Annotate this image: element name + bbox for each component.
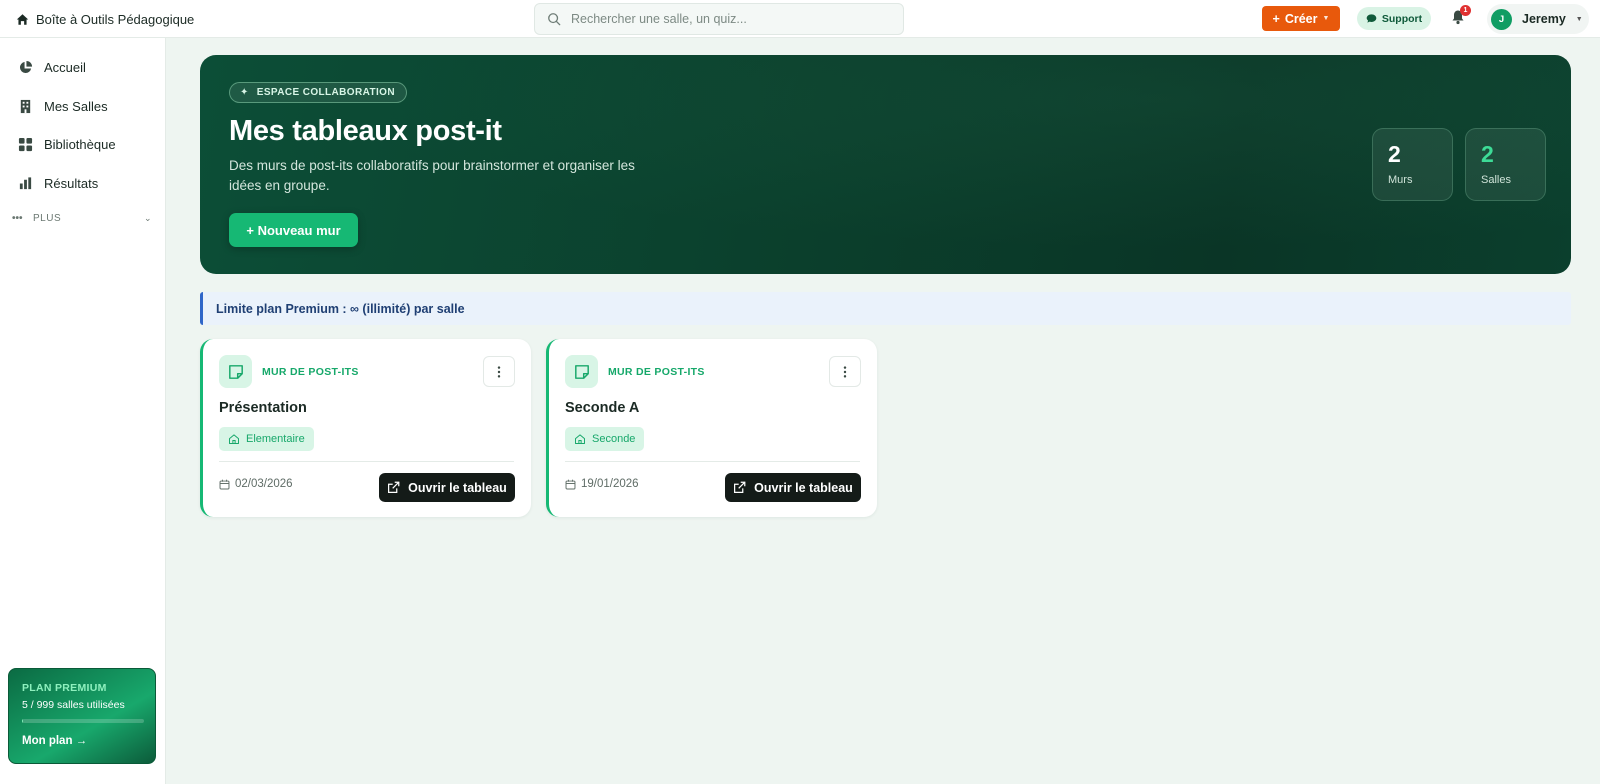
plan-usage-bar: [22, 719, 144, 723]
more-dots-icon: •••: [12, 212, 23, 224]
sidebar-more-toggle[interactable]: ••• PLUS ⌄: [12, 210, 152, 226]
my-plan-link[interactable]: Mon plan →: [22, 735, 142, 747]
new-wall-button[interactable]: + Nouveau mur: [229, 213, 358, 247]
plus-icon: +: [1272, 11, 1280, 26]
home-icon: [16, 13, 29, 25]
stat-murs: 2 Murs: [1372, 128, 1453, 201]
hero-badge: ✦ ESPACE COLLABORATION: [229, 82, 407, 103]
card-menu-button[interactable]: [483, 356, 515, 387]
divider: [565, 461, 860, 462]
card-room-tag: Seconde: [565, 427, 645, 451]
sticky-note-icon: [565, 355, 598, 388]
page-subtitle: Des murs de post-its collaboratifs pour …: [229, 158, 635, 193]
card-menu-button[interactable]: [829, 356, 861, 387]
sidebar-more-label: PLUS: [33, 212, 62, 224]
support-button[interactable]: Support: [1357, 7, 1431, 30]
sidebar-item-resultats[interactable]: Résultats: [18, 173, 98, 193]
open-board-button[interactable]: Ouvrir le tableau: [725, 473, 861, 502]
home-icon: [575, 434, 585, 444]
more-vertical-icon: [497, 365, 501, 378]
divider: [219, 461, 514, 462]
support-label: Support: [1381, 12, 1423, 25]
calendar-icon: [565, 479, 576, 489]
create-button[interactable]: + Créer ▼: [1262, 6, 1340, 31]
building-icon: [20, 99, 31, 113]
sidebar-item-accueil[interactable]: Accueil: [18, 57, 86, 77]
stat-value: 2: [1388, 141, 1401, 167]
chat-bubble-icon: [1366, 14, 1377, 23]
notifications-button[interactable]: 1: [1450, 5, 1471, 27]
stat-salles: 2 Salles: [1465, 128, 1546, 201]
card-type: MUR DE POST-ITS: [262, 366, 359, 378]
sidebar-item-mes-salles[interactable]: Mes Salles: [18, 96, 108, 116]
card-title: Présentation: [219, 400, 307, 416]
user-name: Jeremy: [1522, 12, 1566, 26]
external-link-icon: [388, 481, 400, 493]
calendar-icon: [219, 479, 230, 489]
hero-banner: ✦ ESPACE COLLABORATION Mes tableaux post…: [200, 55, 1571, 274]
plan-card: PLAN PREMIUM 5 / 999 salles utilisées Mo…: [8, 668, 156, 764]
plan-limit-notice: Limite plan Premium : ∞ (illimité) par s…: [200, 292, 1571, 325]
sidebar-item-label: Mes Salles: [44, 98, 108, 114]
card-tag-label: Seconde: [592, 433, 636, 445]
plan-usage: 5 / 999 salles utilisées: [22, 699, 125, 711]
search-icon: [548, 13, 561, 26]
more-vertical-icon: [843, 365, 847, 378]
sidebar-item-label: Résultats: [44, 175, 99, 191]
wall-card: MUR DE POST-ITS Présentation Elementaire…: [200, 339, 531, 517]
card-type: MUR DE POST-ITS: [608, 366, 705, 378]
home-icon: [229, 434, 239, 444]
pie-chart-icon: [19, 60, 33, 73]
search-input[interactable]: [571, 12, 891, 26]
sticky-note-icon: [219, 355, 252, 388]
grid-icon: [18, 137, 33, 151]
stat-label: Salles: [1481, 174, 1511, 186]
open-board-label: Ouvrir le tableau: [754, 480, 853, 495]
card-date-value: 19/01/2026: [581, 478, 639, 490]
sidebar-item-bibliotheque[interactable]: Bibliothèque: [18, 134, 116, 154]
bar-chart-icon: [19, 176, 32, 189]
card-title: Seconde A: [565, 400, 640, 416]
plan-usage-bar-fill: [22, 719, 24, 723]
stat-label: Murs: [1388, 174, 1413, 186]
sidebar-item-label: Bibliothèque: [44, 136, 116, 152]
wall-card: MUR DE POST-ITS Seconde A Seconde 19/01/…: [546, 339, 877, 517]
chevron-down-icon: ▼: [1322, 15, 1330, 22]
create-label: Créer: [1284, 11, 1318, 26]
user-menu[interactable]: J Jeremy ▼: [1487, 4, 1589, 34]
plan-title: PLAN PREMIUM: [22, 682, 107, 694]
brand-name: Boîte à Outils Pédagogique: [36, 11, 195, 27]
sidebar-item-label: Accueil: [44, 59, 86, 75]
notification-badge: 1: [1460, 5, 1471, 16]
sparkle-icon: ✦: [240, 87, 249, 98]
search-box[interactable]: [534, 3, 904, 35]
hero-badge-label: ESPACE COLLABORATION: [256, 87, 395, 98]
card-room-tag: Elementaire: [219, 427, 314, 451]
chevron-down-icon: ⌄: [143, 212, 152, 223]
card-date-value: 02/03/2026: [235, 478, 293, 490]
card-date: 19/01/2026: [565, 478, 639, 490]
open-board-button[interactable]: Ouvrir le tableau: [379, 473, 515, 502]
card-date: 02/03/2026: [219, 478, 293, 490]
top-bar: Boîte à Outils Pédagogique + Créer ▼ Sup…: [0, 0, 1600, 38]
external-link-icon: [734, 481, 746, 493]
chevron-down-icon: ▼: [1575, 15, 1583, 23]
open-board-label: Ouvrir le tableau: [408, 480, 507, 495]
brand-link[interactable]: Boîte à Outils Pédagogique: [16, 0, 194, 38]
card-tag-label: Elementaire: [246, 433, 305, 445]
page-title: Mes tableaux post-it: [229, 115, 502, 147]
avatar: J: [1491, 8, 1512, 30]
sidebar: Accueil Mes Salles Bibliothèque Résultat…: [0, 38, 166, 784]
stat-value: 2: [1481, 141, 1494, 167]
